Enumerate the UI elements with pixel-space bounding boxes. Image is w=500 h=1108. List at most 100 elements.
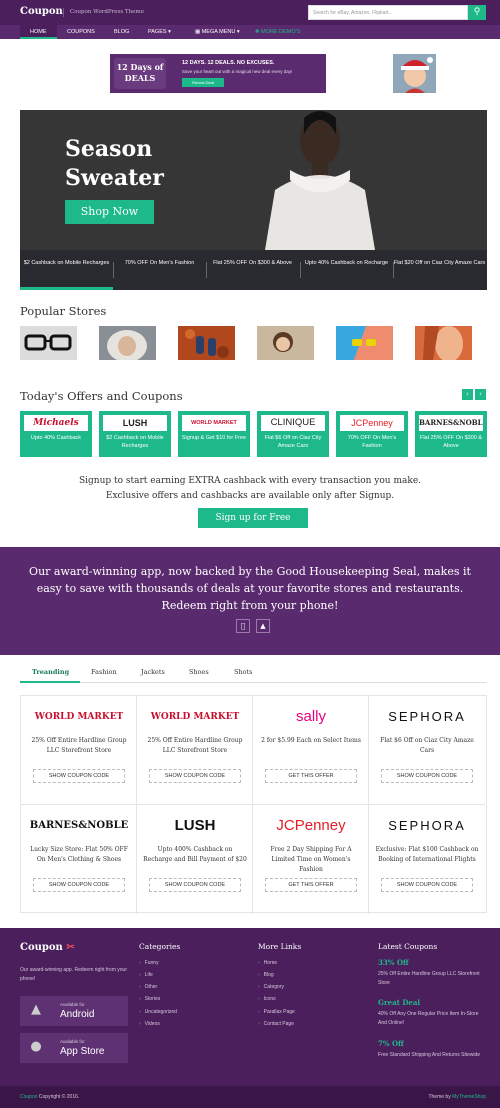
coupon-card[interactable]: WORLD MARKET 25% Off Entire Hardline Gro…	[21, 696, 137, 805]
store-image-model[interactable]	[415, 326, 472, 360]
offer-text: 70% OFF On Men's Fashion	[347, 435, 397, 449]
footer-more-link[interactable]: Parallax Page	[258, 1009, 295, 1015]
offer-card[interactable]: CLINIQUE Flat $6 Off on Ciaz City Amaze …	[257, 411, 329, 457]
offer-text: Flat $6 Off on Ciaz City Amaze Cars	[264, 435, 322, 449]
hero-slide-tabs: $2 Cashback on Mobile Recharges 70% OFF …	[20, 250, 487, 290]
search-input[interactable]: Search for eBay, Amazon, Flipkart...	[308, 5, 468, 20]
offer-text: Upto 40% Cashback	[30, 435, 82, 441]
nav-mega-menu[interactable]: ▦ MEGA MENU ▾	[195, 25, 240, 39]
promo-child-image	[393, 54, 436, 93]
tab-shots[interactable]: Shots	[234, 668, 253, 676]
hero-tab-2[interactable]: 70% OFF On Men's Fashion	[113, 259, 206, 268]
tab-jackets[interactable]: Jackets	[141, 668, 165, 676]
coupon-card[interactable]: WORLD MARKET 25% Off Entire Hardline Gro…	[137, 696, 253, 805]
nav-coupons[interactable]: COUPONS	[67, 25, 95, 39]
tab-fashion[interactable]: Fashion	[91, 668, 117, 676]
show-coupon-code-button[interactable]: SHOW COUPON CODE	[381, 878, 473, 892]
footer-category-link[interactable]: Uncategorized	[139, 1009, 177, 1015]
footer-more-link[interactable]: Contact Page	[258, 1021, 294, 1027]
coupon-card[interactable]: BARNES&NOBLE Lucky Size Store: Flat 50% …	[21, 805, 137, 914]
signup-button[interactable]: Sign up for Free	[198, 508, 308, 528]
coupon-card[interactable]: JCPenney Free 2 Day Shipping For A Limit…	[253, 805, 369, 914]
footer-more-link[interactable]: Icons	[258, 996, 276, 1002]
offer-text: Signup & Get $10 for Free	[181, 435, 247, 441]
offer-card[interactable]: LUSH $2 Cashback on Mobile Recharges	[99, 411, 171, 457]
footer-more-link[interactable]: Home	[258, 960, 277, 966]
footer-logo-text: Coupon	[20, 942, 63, 953]
offer-card[interactable]: Michaels Upto 40% Cashback	[20, 411, 92, 457]
coupon-text: 2 for $5.99 Each on Select Items	[261, 737, 361, 744]
promo-headline: 12 DAYS. 12 DEALS. NO EXCUSES.	[182, 60, 275, 66]
store-image-winter[interactable]	[99, 326, 156, 360]
nav-home[interactable]: HOME	[20, 25, 57, 39]
store-logo: BARNES&NOBLE	[29, 820, 129, 831]
footer-more-link[interactable]: Category	[258, 984, 284, 990]
store-image-shoes[interactable]	[178, 326, 235, 360]
android-icon[interactable]: ▲	[256, 619, 270, 633]
show-coupon-code-button[interactable]: SHOW COUPON CODE	[149, 769, 241, 783]
site-logo[interactable]: Coupon	[20, 6, 63, 17]
copyright-text: Copyright © 2016.	[37, 1094, 80, 1100]
tab-shoes[interactable]: Shoes	[189, 668, 209, 676]
offer-card[interactable]: BARNES&NOBLE Flat 25% OFF On $300 & Abov…	[415, 411, 487, 457]
top-bar: Coupon Coupon WordPress Theme Search for…	[0, 0, 500, 25]
hero-tab-5[interactable]: Flat $20 Off on Ciaz City Amaze Cars	[393, 259, 486, 268]
nav-pages[interactable]: PAGES ▾	[148, 25, 171, 39]
apple-icon[interactable]: 	[236, 619, 250, 633]
coupon-text: Free 2 Day Shipping For A Limited Time o…	[270, 846, 352, 873]
android-store-button[interactable]: ▲ Available for Android	[20, 996, 128, 1026]
coupon-text: Lucky Size Store: Flat 50% OFF On Men's …	[30, 846, 128, 863]
footer-category-link[interactable]: Life	[139, 972, 153, 978]
store-image-sunglasses[interactable]	[336, 326, 393, 360]
nav-blog[interactable]: BLOG	[114, 25, 129, 39]
footer-category-link[interactable]: Other	[139, 984, 158, 990]
footer-category-link[interactable]: Stories	[139, 996, 161, 1002]
show-coupon-code-button[interactable]: SHOW COUPON CODE	[33, 769, 125, 783]
promo-banner[interactable]: 12 Days of DEALS 12 DAYS. 12 DEALS. NO E…	[110, 54, 436, 93]
hero-slider[interactable]: Season Sweater Shop Now $2 Cashback on M…	[20, 110, 487, 290]
hero-tab-3[interactable]: Flat 25% OFF On $300 & Above	[206, 259, 299, 268]
store-logo: SEPHORA	[388, 709, 466, 724]
coupon-text: Flat $6 Off on Ciaz City Amaze Cars	[380, 737, 474, 754]
search-icon[interactable]: ⚲	[468, 5, 486, 20]
android-small-label: Available for	[60, 1002, 85, 1007]
footer-logo[interactable]: Coupon ✂	[20, 942, 75, 953]
get-offer-button[interactable]: GET THIS OFFER	[265, 769, 357, 783]
offer-card[interactable]: WORLD MARKET Signup & Get $10 for Free	[178, 411, 250, 457]
copyright-brand-link[interactable]: Coupon	[20, 1094, 38, 1100]
footer-category-link[interactable]: Funny	[139, 960, 159, 966]
hero-tab-1[interactable]: $2 Cashback on Mobile Recharges	[20, 259, 113, 268]
offer-card[interactable]: JCPenney 70% OFF On Men's Fashion	[336, 411, 408, 457]
store-logo: sally	[295, 708, 326, 725]
theme-credit: Theme by MyThemeShop	[428, 1094, 486, 1100]
coupon-card[interactable]: LUSH Upto 400% Cashback on Recharge and …	[137, 805, 253, 914]
footer-more-link[interactable]: Blog	[258, 972, 274, 978]
reveal-deal-button[interactable]: Reveal Deal	[182, 78, 224, 87]
coupon-card[interactable]: sally 2 for $5.99 Each on Select Items G…	[253, 696, 369, 805]
hero-tab-4[interactable]: Upto 40% Cashback on Recharge	[300, 259, 393, 268]
store-image-girl[interactable]	[257, 326, 314, 360]
coupon-card[interactable]: SEPHORA Flat $6 Off on Ciaz City Amaze C…	[369, 696, 485, 805]
chevron-left-icon[interactable]: ‹	[462, 389, 473, 400]
latest-coupon-heading[interactable]: 33% Off	[378, 958, 409, 967]
tab-trending[interactable]: Treanding	[32, 668, 69, 676]
footer: Coupon ✂ Our award-winning app. Redeem r…	[0, 928, 500, 1086]
app-store-button[interactable]: ● Available for App Store	[20, 1033, 128, 1063]
chevron-right-icon[interactable]: ›	[475, 389, 486, 400]
ios-big-label: App Store	[60, 1046, 105, 1057]
footer-category-link[interactable]: Videos	[139, 1021, 160, 1027]
show-coupon-code-button[interactable]: SHOW COUPON CODE	[381, 769, 473, 783]
shop-now-button[interactable]: Shop Now	[65, 200, 154, 224]
show-coupon-code-button[interactable]: SHOW COUPON CODE	[149, 878, 241, 892]
show-coupon-code-button[interactable]: SHOW COUPON CODE	[33, 878, 125, 892]
latest-coupon-heading[interactable]: 7% Off	[378, 1039, 404, 1048]
get-offer-button[interactable]: GET THIS OFFER	[265, 878, 357, 892]
coupon-card[interactable]: SEPHORA Exclusive: Flat $100 Cashback on…	[369, 805, 485, 914]
theme-credit-link[interactable]: MyThemeShop	[452, 1094, 486, 1100]
latest-coupon-heading[interactable]: Great Deal	[378, 998, 420, 1007]
latest-coupon-text: 40% Off Any One Regular Price Item In-St…	[378, 1011, 479, 1026]
nav-more-demos[interactable]: ✚ MORE DEMO'S	[255, 25, 300, 39]
app-promo-band: Our award-winning app, now backed by the…	[0, 547, 500, 655]
store-image-glasses[interactable]	[20, 326, 77, 360]
tabs-divider	[20, 682, 487, 683]
